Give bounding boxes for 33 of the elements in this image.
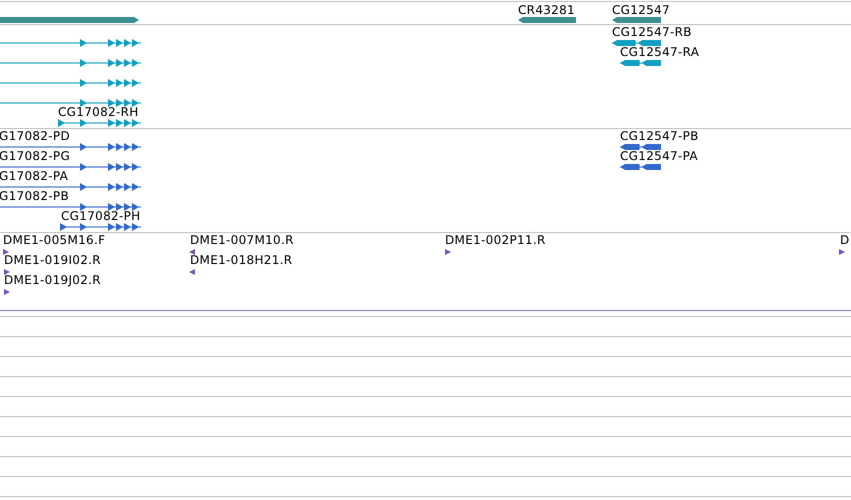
gene-bar-icon [612,16,661,24]
feature-label: CG12547-RB [612,26,692,39]
gene-bar-icon [518,16,576,24]
feature-label: DME1-019J02.R [4,274,101,287]
right-triangle-icon [445,249,451,255]
right-triangle-icon [4,269,10,275]
left-triangle-icon [189,269,195,275]
feature-label: DME1-018H21.R [190,254,292,267]
feature-label: G17082-PD [0,130,70,143]
feature-label: D [840,234,850,247]
feature-label: G17082-PG [0,150,70,163]
right-triangle-icon [3,249,9,255]
feature-label: DME1-002P11.R [445,234,546,247]
feature-label: CG12547-RA [620,46,700,59]
left-triangle-icon [189,249,195,255]
right-triangle-icon [839,249,845,255]
gene-model-drawing [612,39,661,47]
gene-model-drawing [620,59,661,67]
feature-label: G17082-PB [0,190,69,203]
feature-label: DME1-005M16.F [3,234,106,247]
feature-label: G17082-PA [0,170,68,183]
feature-label: CG17082-RH [58,106,139,119]
feature-label: CG12547-PB [620,130,699,143]
gene-model-drawing [620,143,661,151]
gene-bar-icon [0,16,139,24]
feature-label: CG17082-PH [61,210,140,223]
feature-label: DME1-007M10.R [190,234,294,247]
gene-model-drawing [620,163,661,171]
feature-label: CR43281 [518,4,575,17]
feature-label: DME1-019I02.R [4,254,101,267]
right-triangle-icon [4,289,10,295]
feature-label: CG12547-PA [620,150,698,163]
feature-label: CG12547 [612,4,670,17]
